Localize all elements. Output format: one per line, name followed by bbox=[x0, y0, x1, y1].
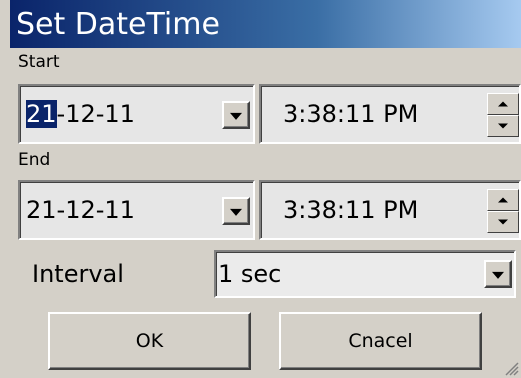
set-datetime-dialog: Set DateTime Start 21-12-11 3:38:11 PM E… bbox=[0, 0, 521, 378]
end-time-picker[interactable]: 3:38:11 PM bbox=[259, 180, 521, 240]
end-time-spin-down[interactable] bbox=[487, 211, 519, 233]
interval-label: Interval bbox=[32, 260, 124, 288]
ok-button-label: OK bbox=[135, 330, 164, 352]
cancel-button[interactable]: Cnacel bbox=[279, 312, 482, 370]
end-date-value[interactable]: 21-12-11 bbox=[26, 196, 135, 224]
interval-dropdown-button[interactable] bbox=[484, 260, 512, 288]
dialog-title: Set DateTime bbox=[16, 7, 220, 42]
resize-grip-icon[interactable] bbox=[503, 360, 519, 376]
end-label: End bbox=[18, 150, 51, 170]
start-date-dropdown-button[interactable] bbox=[222, 101, 250, 129]
end-date-picker[interactable]: 21-12-11 bbox=[18, 180, 255, 240]
spin-down-icon bbox=[498, 123, 508, 129]
cancel-button-label: Cnacel bbox=[348, 330, 413, 352]
spin-down-icon bbox=[498, 219, 508, 225]
end-time-spin-up[interactable] bbox=[487, 189, 519, 211]
start-time-value[interactable]: 3:38:11 PM bbox=[283, 100, 418, 128]
spin-up-icon bbox=[498, 101, 508, 107]
title-bar[interactable]: Set DateTime bbox=[10, 0, 521, 48]
start-time-spin-down[interactable] bbox=[487, 115, 519, 137]
chevron-down-icon bbox=[230, 112, 242, 120]
interval-select[interactable]: 1 sec bbox=[214, 250, 516, 298]
spin-up-icon bbox=[498, 197, 508, 203]
start-date-picker[interactable]: 21-12-11 bbox=[18, 84, 255, 144]
ok-button[interactable]: OK bbox=[48, 312, 251, 370]
start-date-rest: -12-11 bbox=[56, 100, 135, 128]
interval-value: 1 sec bbox=[218, 260, 282, 288]
end-time-spinner[interactable] bbox=[487, 189, 519, 233]
end-date-dropdown-button[interactable] bbox=[222, 197, 250, 225]
start-date-value[interactable]: 21-12-11 bbox=[26, 100, 135, 128]
end-time-value[interactable]: 3:38:11 PM bbox=[283, 196, 418, 224]
start-date-selected-segment: 21 bbox=[26, 100, 57, 128]
start-label: Start bbox=[18, 52, 60, 72]
chevron-down-icon bbox=[492, 271, 504, 279]
start-time-spinner[interactable] bbox=[487, 93, 519, 137]
start-time-picker[interactable]: 3:38:11 PM bbox=[259, 84, 521, 144]
chevron-down-icon bbox=[230, 208, 242, 216]
start-time-spin-up[interactable] bbox=[487, 93, 519, 115]
